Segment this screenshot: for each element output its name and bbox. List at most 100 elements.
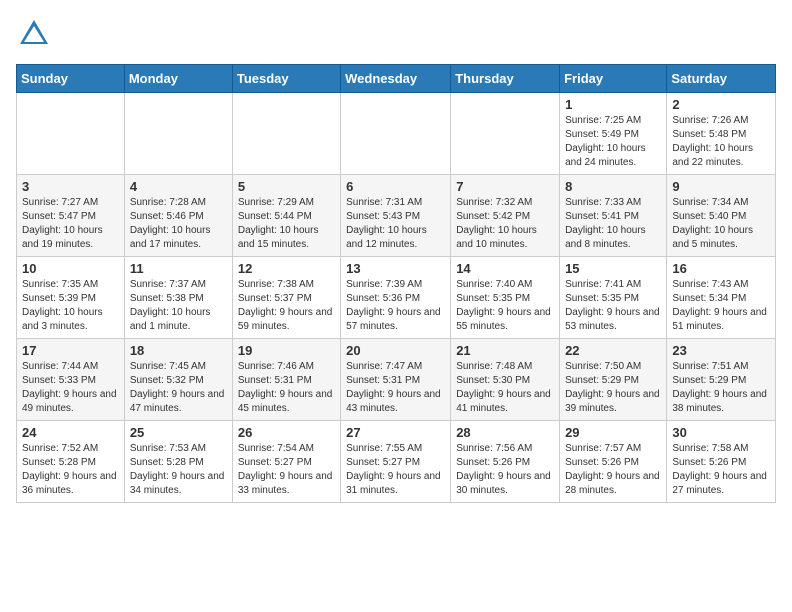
day-info: Sunrise: 7:48 AM Sunset: 5:30 PM Dayligh… bbox=[456, 360, 554, 416]
day-number: 9 bbox=[672, 179, 770, 194]
calendar-day-cell: 18 Sunrise: 7:45 AM Sunset: 5:32 PM Dayli… bbox=[124, 339, 232, 421]
calendar-day-cell: 8 Sunrise: 7:33 AM Sunset: 5:41 PM Daylig… bbox=[560, 175, 667, 257]
day-number: 20 bbox=[346, 343, 445, 358]
calendar-day-cell: 11 Sunrise: 7:37 AM Sunset: 5:38 PM Dayli… bbox=[124, 257, 232, 339]
day-number: 14 bbox=[456, 261, 554, 276]
day-info: Sunrise: 7:40 AM Sunset: 5:35 PM Dayligh… bbox=[456, 278, 554, 334]
day-number: 16 bbox=[672, 261, 770, 276]
day-of-week-header: Saturday bbox=[667, 65, 776, 93]
day-info: Sunrise: 7:57 AM Sunset: 5:26 PM Dayligh… bbox=[565, 442, 661, 498]
calendar-day-cell: 27 Sunrise: 7:55 AM Sunset: 5:27 PM Dayli… bbox=[341, 421, 451, 503]
calendar-day-cell: 9 Sunrise: 7:34 AM Sunset: 5:40 PM Daylig… bbox=[667, 175, 776, 257]
day-number: 29 bbox=[565, 425, 661, 440]
calendar-week-row: 3 Sunrise: 7:27 AM Sunset: 5:47 PM Daylig… bbox=[17, 175, 776, 257]
calendar-day-cell: 16 Sunrise: 7:43 AM Sunset: 5:34 PM Dayli… bbox=[667, 257, 776, 339]
day-of-week-header: Tuesday bbox=[232, 65, 340, 93]
calendar-day-cell: 3 Sunrise: 7:27 AM Sunset: 5:47 PM Daylig… bbox=[17, 175, 125, 257]
day-number: 19 bbox=[238, 343, 335, 358]
day-number: 28 bbox=[456, 425, 554, 440]
calendar-day-cell: 15Sunrise: 7:41 AM Sunset: 5:35 PM Dayli… bbox=[560, 257, 667, 339]
day-number: 26 bbox=[238, 425, 335, 440]
calendar-day-cell: 12 Sunrise: 7:38 AM Sunset: 5:37 PM Dayli… bbox=[232, 257, 340, 339]
day-number: 12 bbox=[238, 261, 335, 276]
day-number: 22 bbox=[565, 343, 661, 358]
day-of-week-header: Friday bbox=[560, 65, 667, 93]
day-number: 8 bbox=[565, 179, 661, 194]
day-info: Sunrise: 7:29 AM Sunset: 5:44 PM Dayligh… bbox=[238, 196, 335, 252]
day-info: Sunrise: 7:56 AM Sunset: 5:26 PM Dayligh… bbox=[456, 442, 554, 498]
calendar-day-cell bbox=[124, 93, 232, 175]
calendar-day-cell: 17 Sunrise: 7:44 AM Sunset: 5:33 PM Dayli… bbox=[17, 339, 125, 421]
day-number: 11 bbox=[130, 261, 227, 276]
calendar-day-cell: 5 Sunrise: 7:29 AM Sunset: 5:44 PM Daylig… bbox=[232, 175, 340, 257]
calendar-day-cell: 28 Sunrise: 7:56 AM Sunset: 5:26 PM Dayli… bbox=[451, 421, 560, 503]
calendar-day-cell bbox=[451, 93, 560, 175]
calendar-day-cell: 21 Sunrise: 7:48 AM Sunset: 5:30 PM Dayli… bbox=[451, 339, 560, 421]
calendar-day-cell: 24 Sunrise: 7:52 AM Sunset: 5:28 PM Dayli… bbox=[17, 421, 125, 503]
day-info: Sunrise: 7:26 AM Sunset: 5:48 PM Dayligh… bbox=[672, 114, 770, 170]
logo-icon bbox=[16, 16, 52, 52]
day-info: Sunrise: 7:43 AM Sunset: 5:34 PM Dayligh… bbox=[672, 278, 770, 334]
day-of-week-header: Wednesday bbox=[341, 65, 451, 93]
calendar-week-row: 10 Sunrise: 7:35 AM Sunset: 5:39 PM Dayli… bbox=[17, 257, 776, 339]
day-number: 2 bbox=[672, 97, 770, 112]
day-info: Sunrise: 7:33 AM Sunset: 5:41 PM Dayligh… bbox=[565, 196, 661, 252]
day-number: 25 bbox=[130, 425, 227, 440]
calendar-day-cell: 25 Sunrise: 7:53 AM Sunset: 5:28 PM Dayli… bbox=[124, 421, 232, 503]
day-number: 23 bbox=[672, 343, 770, 358]
day-info: Sunrise: 7:44 AM Sunset: 5:33 PM Dayligh… bbox=[22, 360, 119, 416]
calendar-day-cell: 26 Sunrise: 7:54 AM Sunset: 5:27 PM Dayli… bbox=[232, 421, 340, 503]
day-info: Sunrise: 7:45 AM Sunset: 5:32 PM Dayligh… bbox=[130, 360, 227, 416]
day-info: Sunrise: 7:55 AM Sunset: 5:27 PM Dayligh… bbox=[346, 442, 445, 498]
day-number: 10 bbox=[22, 261, 119, 276]
day-info: Sunrise: 7:41 AM Sunset: 5:35 PM Dayligh… bbox=[565, 278, 661, 334]
day-info: Sunrise: 7:47 AM Sunset: 5:31 PM Dayligh… bbox=[346, 360, 445, 416]
day-number: 7 bbox=[456, 179, 554, 194]
day-number: 1 bbox=[565, 97, 661, 112]
day-info: Sunrise: 7:25 AM Sunset: 5:49 PM Dayligh… bbox=[565, 114, 661, 170]
day-number: 18 bbox=[130, 343, 227, 358]
calendar-day-cell: 14 Sunrise: 7:40 AM Sunset: 5:35 PM Dayli… bbox=[451, 257, 560, 339]
day-info: Sunrise: 7:35 AM Sunset: 5:39 PM Dayligh… bbox=[22, 278, 119, 334]
logo bbox=[16, 16, 56, 52]
calendar-week-row: 17 Sunrise: 7:44 AM Sunset: 5:33 PM Dayli… bbox=[17, 339, 776, 421]
day-info: Sunrise: 7:28 AM Sunset: 5:46 PM Dayligh… bbox=[130, 196, 227, 252]
calendar-week-row: 24 Sunrise: 7:52 AM Sunset: 5:28 PM Dayli… bbox=[17, 421, 776, 503]
calendar-day-cell: 20 Sunrise: 7:47 AM Sunset: 5:31 PM Dayli… bbox=[341, 339, 451, 421]
day-number: 24 bbox=[22, 425, 119, 440]
day-of-week-header: Monday bbox=[124, 65, 232, 93]
calendar-day-cell bbox=[341, 93, 451, 175]
calendar-day-cell: 13Sunrise: 7:39 AM Sunset: 5:36 PM Dayli… bbox=[341, 257, 451, 339]
day-info: Sunrise: 7:51 AM Sunset: 5:29 PM Dayligh… bbox=[672, 360, 770, 416]
calendar-day-cell: 4 Sunrise: 7:28 AM Sunset: 5:46 PM Daylig… bbox=[124, 175, 232, 257]
day-number: 21 bbox=[456, 343, 554, 358]
day-info: Sunrise: 7:31 AM Sunset: 5:43 PM Dayligh… bbox=[346, 196, 445, 252]
calendar-table: SundayMondayTuesdayWednesdayThursdayFrid… bbox=[16, 64, 776, 503]
calendar-day-cell: 22 Sunrise: 7:50 AM Sunset: 5:29 PM Dayli… bbox=[560, 339, 667, 421]
day-info: Sunrise: 7:50 AM Sunset: 5:29 PM Dayligh… bbox=[565, 360, 661, 416]
day-info: Sunrise: 7:32 AM Sunset: 5:42 PM Dayligh… bbox=[456, 196, 554, 252]
calendar-day-cell: 19Sunrise: 7:46 AM Sunset: 5:31 PM Dayli… bbox=[232, 339, 340, 421]
day-number: 17 bbox=[22, 343, 119, 358]
calendar-day-cell: 23 Sunrise: 7:51 AM Sunset: 5:29 PM Dayli… bbox=[667, 339, 776, 421]
day-info: Sunrise: 7:58 AM Sunset: 5:26 PM Dayligh… bbox=[672, 442, 770, 498]
day-number: 5 bbox=[238, 179, 335, 194]
day-info: Sunrise: 7:37 AM Sunset: 5:38 PM Dayligh… bbox=[130, 278, 227, 334]
calendar-day-cell: 1 Sunrise: 7:25 AM Sunset: 5:49 PM Daylig… bbox=[560, 93, 667, 175]
day-info: Sunrise: 7:27 AM Sunset: 5:47 PM Dayligh… bbox=[22, 196, 119, 252]
day-info: Sunrise: 7:53 AM Sunset: 5:28 PM Dayligh… bbox=[130, 442, 227, 498]
calendar-week-row: 1 Sunrise: 7:25 AM Sunset: 5:49 PM Daylig… bbox=[17, 93, 776, 175]
page-header bbox=[16, 16, 776, 52]
day-number: 4 bbox=[130, 179, 227, 194]
calendar-day-cell: 10 Sunrise: 7:35 AM Sunset: 5:39 PM Dayli… bbox=[17, 257, 125, 339]
day-number: 3 bbox=[22, 179, 119, 194]
calendar-day-cell bbox=[17, 93, 125, 175]
calendar-day-cell: 2 Sunrise: 7:26 AM Sunset: 5:48 PM Daylig… bbox=[667, 93, 776, 175]
day-info: Sunrise: 7:52 AM Sunset: 5:28 PM Dayligh… bbox=[22, 442, 119, 498]
day-info: Sunrise: 7:54 AM Sunset: 5:27 PM Dayligh… bbox=[238, 442, 335, 498]
day-number: 6 bbox=[346, 179, 445, 194]
day-info: Sunrise: 7:34 AM Sunset: 5:40 PM Dayligh… bbox=[672, 196, 770, 252]
day-info: Sunrise: 7:38 AM Sunset: 5:37 PM Dayligh… bbox=[238, 278, 335, 334]
calendar-day-cell bbox=[232, 93, 340, 175]
day-number: 27 bbox=[346, 425, 445, 440]
